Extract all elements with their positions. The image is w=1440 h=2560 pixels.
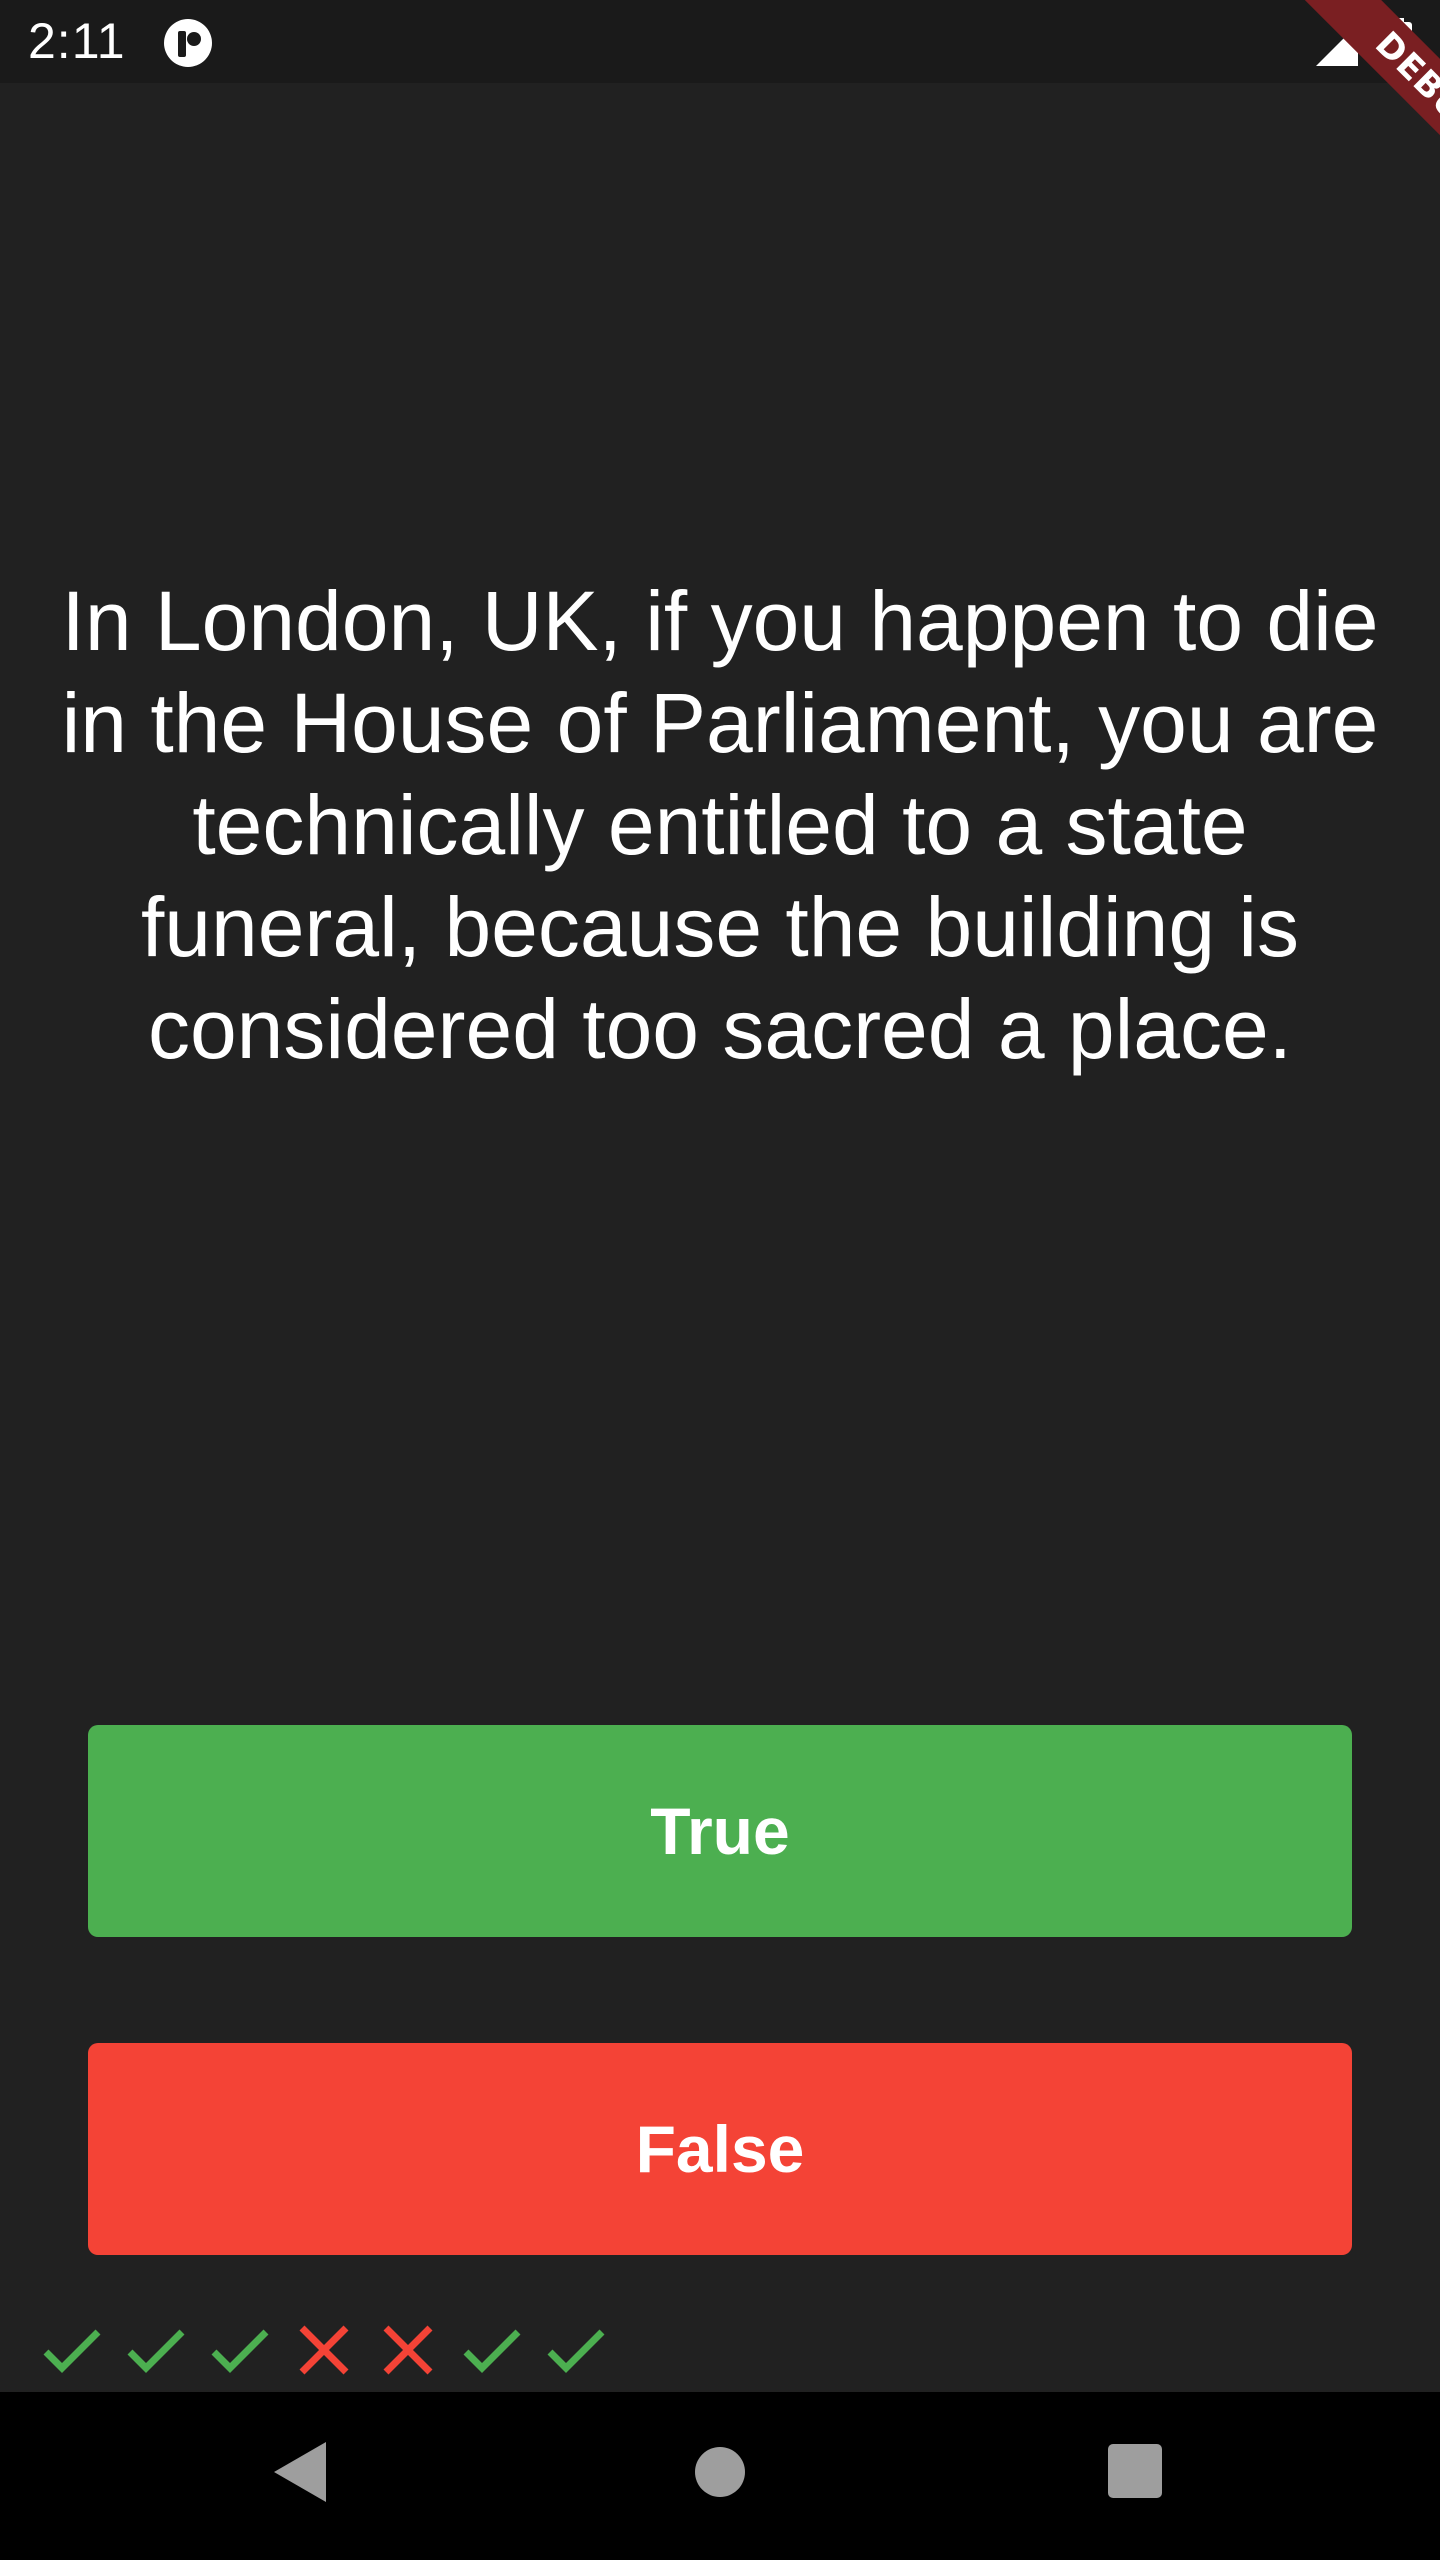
check-icon — [127, 2329, 185, 2373]
recents-icon[interactable] — [1096, 2432, 1176, 2512]
check-icon — [463, 2329, 521, 2373]
close-icon — [299, 2325, 349, 2375]
false-button[interactable]: False — [88, 2043, 1352, 2255]
close-icon — [383, 2325, 433, 2375]
navigation-bar — [0, 2392, 1440, 2560]
back-icon[interactable] — [260, 2432, 340, 2512]
score-keeper — [40, 2318, 608, 2384]
check-icon — [211, 2329, 269, 2373]
app-screen: 2:11 DEBUG In London, UK, if you happen … — [0, 0, 1440, 2560]
true-button[interactable]: True — [88, 1725, 1352, 1937]
question-text: In London, UK, if you happen to die in t… — [61, 574, 1379, 1076]
app-indicator-icon — [164, 19, 212, 67]
status-time: 2:11 — [28, 13, 126, 69]
status-bar: 2:11 — [0, 0, 1440, 83]
check-icon — [547, 2329, 605, 2373]
check-icon — [43, 2329, 101, 2373]
home-icon[interactable] — [680, 2432, 760, 2512]
